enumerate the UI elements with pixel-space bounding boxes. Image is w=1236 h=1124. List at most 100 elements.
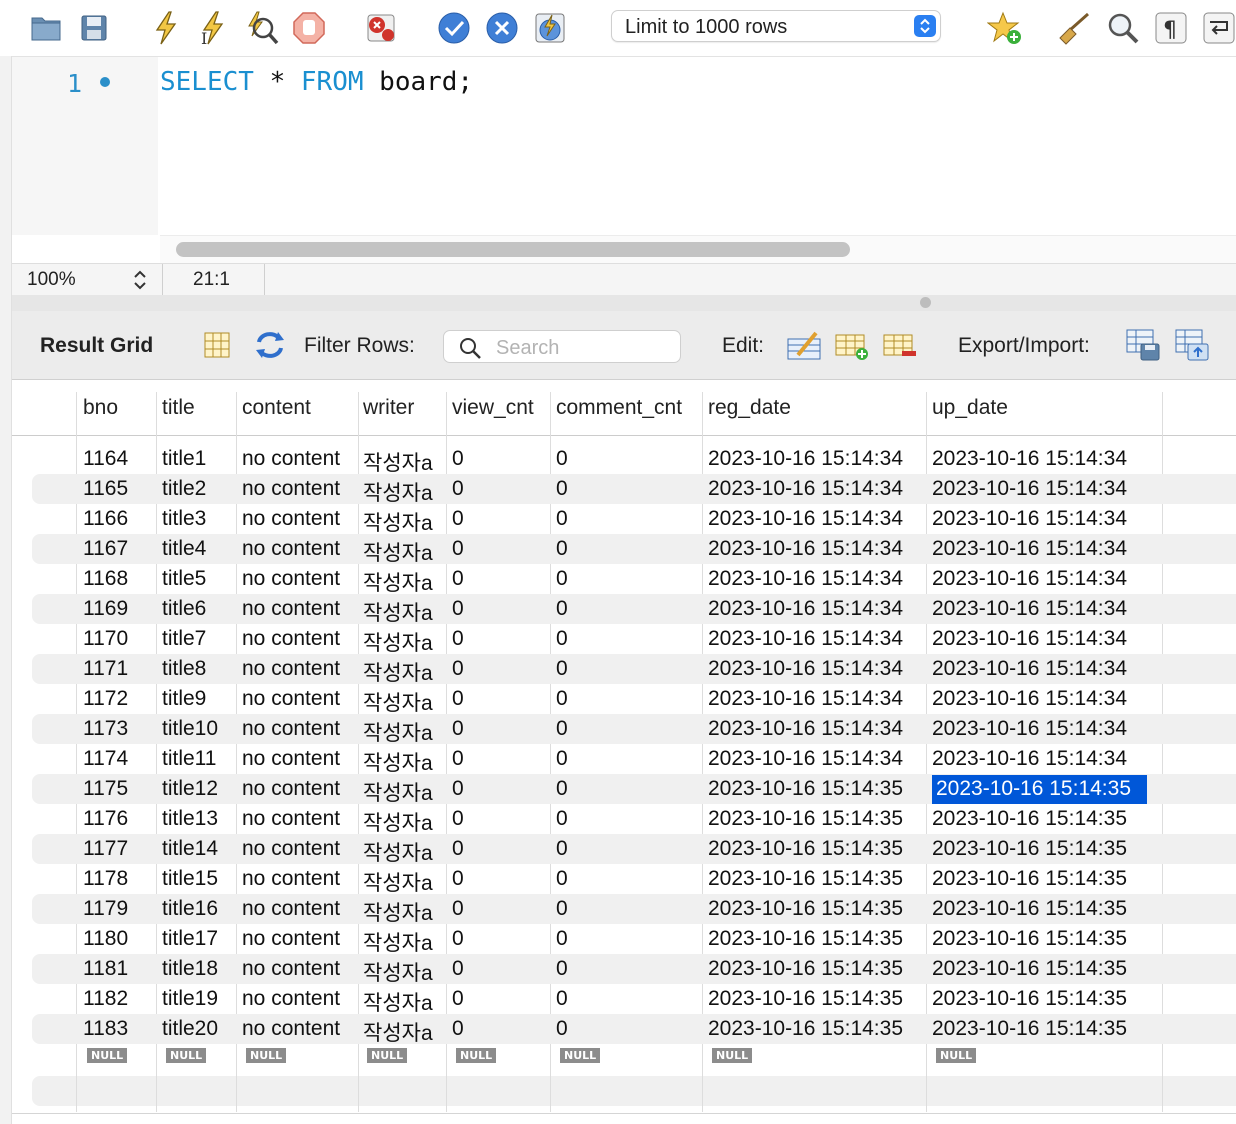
export-icon[interactable] <box>1123 325 1163 365</box>
zoom-stepper-icon[interactable] <box>130 267 150 293</box>
splitter-handle-icon[interactable] <box>920 297 931 308</box>
cell-writer[interactable]: 작성자a <box>363 657 433 687</box>
sql-editor[interactable]: 1 SELECT * FROM board; <box>12 57 1236 264</box>
cell-up-date[interactable]: 2023-10-16 15:14:34 <box>932 687 1127 711</box>
cell-view-cnt[interactable]: 0 <box>452 477 464 501</box>
cell-comment-cnt[interactable]: 0 <box>556 927 568 951</box>
sql-code[interactable]: SELECT * FROM board; <box>160 67 473 97</box>
cell-bno[interactable]: 1181 <box>83 957 128 981</box>
table-row[interactable]: 1183 title20 no content 작성자a 0 0 2023-10-16 15… <box>32 1014 1236 1047</box>
cell-view-cnt[interactable]: 0 <box>452 567 464 591</box>
cell-reg-date[interactable]: 2023-10-16 15:14:35 <box>708 867 903 891</box>
cell-writer[interactable]: 작성자a <box>363 687 433 717</box>
cell-bno[interactable]: 1183 <box>83 1017 128 1041</box>
cell-reg-date[interactable]: 2023-10-16 15:14:34 <box>708 687 903 711</box>
column-header-writer[interactable]: writer <box>363 396 414 420</box>
cell-view-cnt[interactable]: 0 <box>452 597 464 621</box>
cell-up-date[interactable]: 2023-10-16 15:14:34 <box>932 747 1127 771</box>
search-input[interactable] <box>494 335 676 361</box>
cell-reg-date[interactable]: 2023-10-16 15:14:34 <box>708 537 903 561</box>
table-row[interactable]: 1168 title5 no content 작성자a 0 0 2023-10-16 15:… <box>32 564 1236 595</box>
cell-bno[interactable]: 1164 <box>83 447 128 471</box>
cell-title[interactable]: title15 <box>162 867 218 891</box>
cell-content[interactable]: no content <box>242 957 340 981</box>
cell-writer[interactable]: 작성자a <box>363 957 433 987</box>
cell-comment-cnt[interactable]: 0 <box>556 447 568 471</box>
cell-content[interactable]: no content <box>242 567 340 591</box>
cell-bno[interactable]: 1165 <box>83 477 128 501</box>
cell-reg-date[interactable]: 2023-10-16 15:14:34 <box>708 747 903 771</box>
cell-comment-cnt[interactable]: 0 <box>556 747 568 771</box>
cell-comment-cnt[interactable]: 0 <box>556 477 568 501</box>
cell-up-date[interactable]: 2023-10-16 15:14:35 <box>932 1017 1127 1041</box>
table-row[interactable]: 1172 title9 no content 작성자a 0 0 2023-10-16 15:… <box>32 684 1236 717</box>
cell-writer[interactable]: 작성자a <box>363 1017 433 1047</box>
cell-comment-cnt[interactable]: 0 <box>556 717 568 741</box>
execute-current-icon[interactable]: I <box>193 8 233 48</box>
column-header-reg-date[interactable]: reg_date <box>708 396 791 420</box>
cell-reg-date[interactable]: 2023-10-16 15:14:35 <box>708 837 903 861</box>
cell-view-cnt[interactable]: 0 <box>452 897 464 921</box>
cell-reg-date[interactable]: 2023-10-16 15:14:35 <box>708 957 903 981</box>
cell-view-cnt[interactable]: 0 <box>452 987 464 1011</box>
cell-title[interactable]: title8 <box>162 657 206 681</box>
column-header-title[interactable]: title <box>162 396 195 420</box>
cell-up-date[interactable]: 2023-10-16 15:14:34 <box>932 477 1127 501</box>
cell-writer[interactable]: 작성자a <box>363 507 433 537</box>
find-icon[interactable] <box>1103 8 1143 48</box>
save-icon[interactable] <box>74 8 114 48</box>
cell-reg-date[interactable]: 2023-10-16 15:14:34 <box>708 477 903 501</box>
table-row[interactable]: 1176 title13 no content 작성자a 0 0 2023-10-16 15… <box>32 804 1236 835</box>
column-header-bno[interactable]: bno <box>83 396 118 420</box>
table-row[interactable]: 1175 title12 no content 작성자a 0 0 2023-10-16 15… <box>32 774 1236 805</box>
cell-content[interactable]: no content <box>242 867 340 891</box>
cell-reg-date[interactable]: 2023-10-16 15:14:34 <box>708 717 903 741</box>
zoom-level[interactable]: 100% <box>27 269 76 291</box>
cell-content[interactable]: no content <box>242 447 340 471</box>
cell-title[interactable]: title14 <box>162 837 218 861</box>
result-grid[interactable]: bno title content writer view_cnt comment_cnt… <box>12 380 1236 1124</box>
execute-icon[interactable] <box>146 8 186 48</box>
cell-writer[interactable]: 작성자a <box>363 447 433 477</box>
stop-icon[interactable] <box>289 8 329 48</box>
cell-comment-cnt[interactable]: 0 <box>556 687 568 711</box>
cell-view-cnt[interactable]: 0 <box>452 837 464 861</box>
cell-content[interactable]: no content <box>242 597 340 621</box>
cell-view-cnt[interactable]: 0 <box>452 447 464 471</box>
cell-title[interactable]: title17 <box>162 927 218 951</box>
cell-view-cnt[interactable]: 0 <box>452 687 464 711</box>
table-row[interactable]: 1177 title14 no content 작성자a 0 0 2023-10-16 15… <box>32 834 1236 865</box>
cell-title[interactable]: title11 <box>162 747 216 771</box>
cell-reg-date[interactable]: 2023-10-16 15:14:34 <box>708 627 903 651</box>
editor-horizontal-scrollbar[interactable] <box>160 235 1236 264</box>
cell-title[interactable]: title20 <box>162 1017 218 1041</box>
cell-comment-cnt[interactable]: 0 <box>556 597 568 621</box>
panel-splitter[interactable] <box>12 295 1236 311</box>
explain-icon[interactable] <box>241 8 281 48</box>
cell-writer[interactable]: 작성자a <box>363 717 433 747</box>
cell-view-cnt[interactable]: 0 <box>452 957 464 981</box>
cell-comment-cnt[interactable]: 0 <box>556 567 568 591</box>
cell-comment-cnt[interactable]: 0 <box>556 867 568 891</box>
table-row[interactable]: 1178 title15 no content 작성자a 0 0 2023-10-16 15… <box>32 864 1236 895</box>
cell-view-cnt[interactable]: 0 <box>452 1017 464 1041</box>
table-row[interactable]: 1180 title17 no content 작성자a 0 0 2023-10-16 15… <box>32 924 1236 955</box>
cell-reg-date[interactable]: 2023-10-16 15:14:35 <box>708 987 903 1011</box>
cell-view-cnt[interactable]: 0 <box>452 927 464 951</box>
cell-bno[interactable]: 1167 <box>83 537 128 561</box>
cell-up-date[interactable]: 2023-10-16 15:14:34 <box>932 657 1127 681</box>
open-folder-icon[interactable] <box>26 8 66 48</box>
cell-content[interactable]: no content <box>242 657 340 681</box>
cell-bno[interactable]: 1168 <box>83 567 128 591</box>
cell-title[interactable]: title4 <box>162 537 206 561</box>
table-row[interactable]: 1181 title18 no content 작성자a 0 0 2023-10-16 15… <box>32 954 1236 987</box>
cell-up-date[interactable]: 2023-10-16 15:14:35 <box>932 867 1127 891</box>
cell-reg-date[interactable]: 2023-10-16 15:14:34 <box>708 567 903 591</box>
cell-comment-cnt[interactable]: 0 <box>556 1017 568 1041</box>
table-row[interactable]: 1169 title6 no content 작성자a 0 0 2023-10-16 15:… <box>32 594 1236 627</box>
null-row[interactable]: NULL NULL NULL NULL NULL NULL NULL NULL <box>32 1044 1236 1074</box>
cell-content[interactable]: no content <box>242 777 340 801</box>
cell-up-date[interactable]: 2023-10-16 15:14:35 <box>932 987 1127 1011</box>
cell-up-date[interactable]: 2023-10-16 15:14:34 <box>932 597 1127 621</box>
cell-writer[interactable]: 작성자a <box>363 597 433 627</box>
